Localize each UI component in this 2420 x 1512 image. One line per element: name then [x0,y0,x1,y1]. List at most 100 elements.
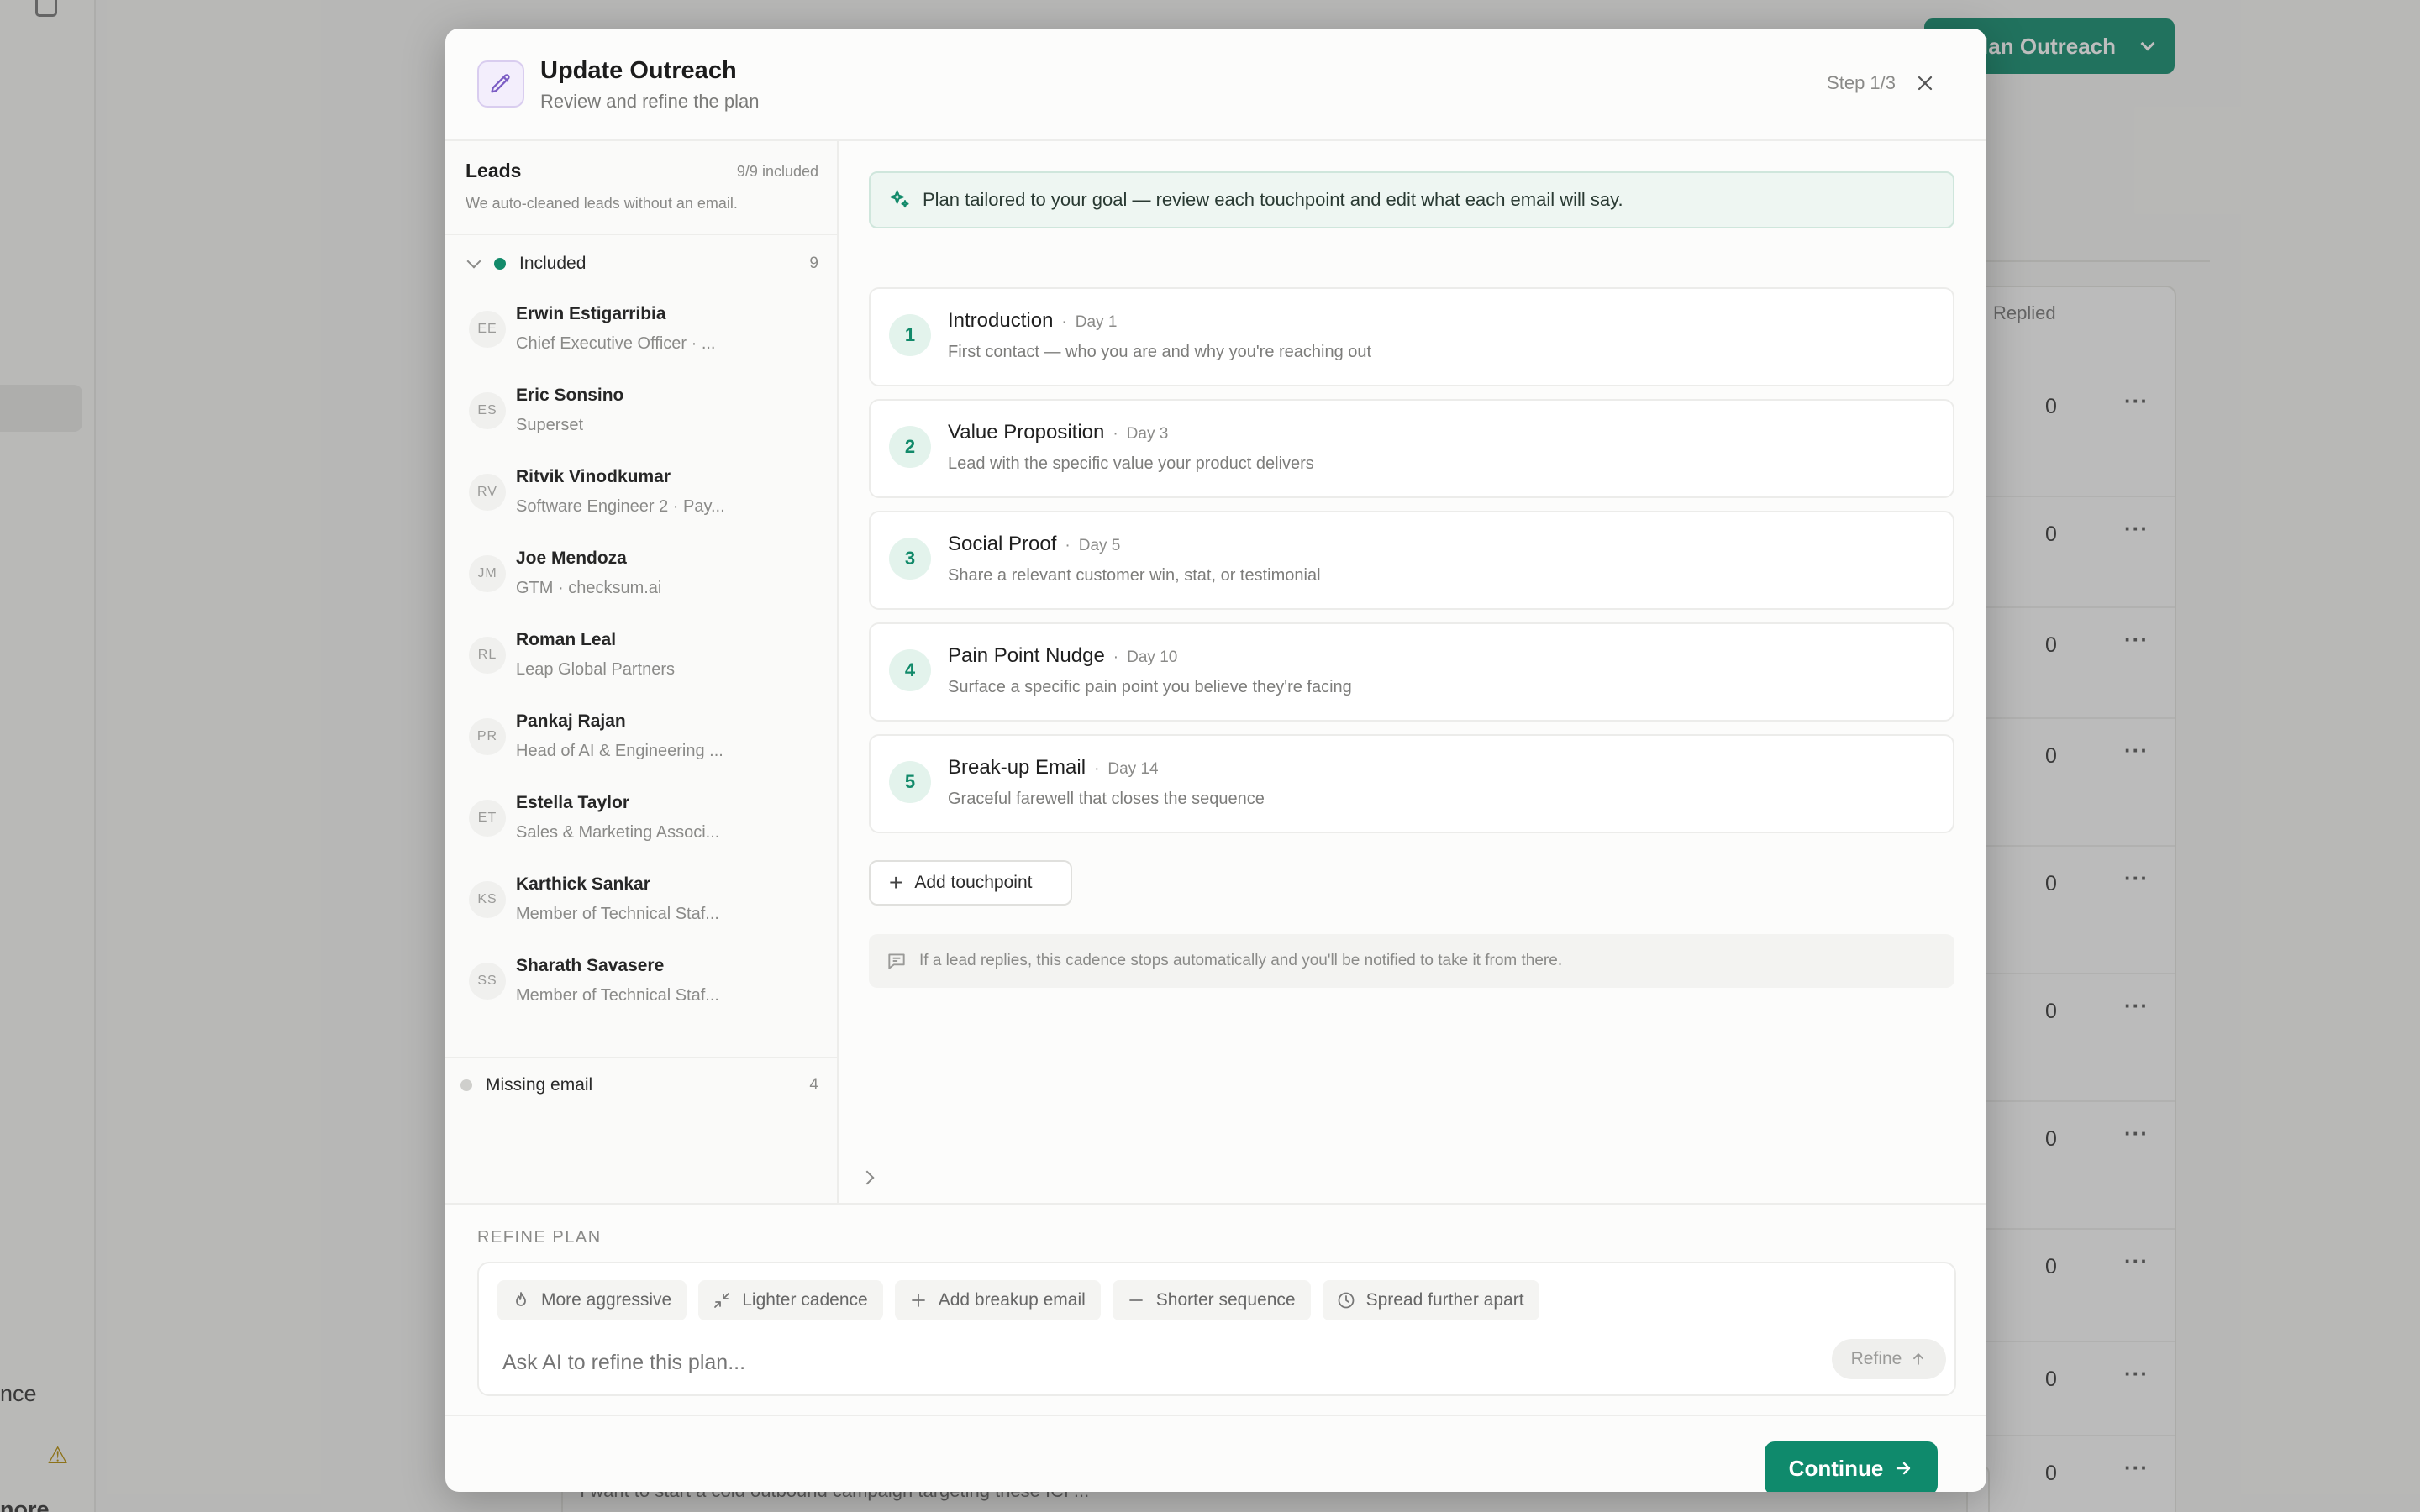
close-icon[interactable] [1912,71,1938,96]
lead-item[interactable]: PR Pankaj Rajan Head of AI & Engineering .… [445,696,837,778]
refine-chip[interactable]: Spread further apart [1322,1280,1539,1320]
refine-chip[interactable]: Shorter sequence [1112,1280,1311,1320]
touchpoint-title: Pain Point Nudge [948,644,1105,667]
touchpoint-card[interactable]: 5 Break-up Email · Day 14 Graceful farewell … [869,734,1954,833]
avatar: RL [469,637,506,674]
lead-item[interactable]: EE Erwin Estigarribia Chief Executive Offi… [445,289,837,370]
lead-item[interactable]: KS Karthick Sankar Member of Technical Sta… [445,859,837,941]
flame-icon [516,1292,526,1306]
refine-chip[interactable]: Lighter cadence [698,1280,883,1320]
avatar: RV [469,474,506,511]
lead-item[interactable]: JM Joe Mendoza GTM · checksum.ai [445,533,837,615]
separator-dot: · [1113,648,1119,666]
lead-item[interactable]: ES Eric Sonsino Superset [445,370,837,452]
touchpoint-card[interactable]: 3 Social Proof · Day 5 Share a relevant cust… [869,511,1954,610]
touchpoint-description: Share a relevant customer win, stat, or … [948,566,1321,585]
touchpoint-card[interactable]: 1 Introduction · Day 1 First contact — who y… [869,287,1954,386]
lead-item[interactable]: ET Estella Taylor Sales & Marketing Associ… [445,778,837,859]
plan-panel: Plan tailored to your goal — review each… [839,141,1986,1203]
chip-label: Lighter cadence [742,1290,868,1310]
lead-subtitle: Sales & Marketing Associ... [516,823,720,842]
arrow-right-icon [1897,1462,1911,1475]
leads-note: We auto-cleaned leads without an email. [466,195,738,212]
lead-name: Eric Sonsino [516,386,624,405]
cadence-note: If a lead replies, this cadence stops au… [869,934,1954,988]
refine-label: REFINE PLAN [477,1228,602,1247]
touchpoint-title-row: Pain Point Nudge · Day 10 [948,644,1177,668]
step-indicator: Step 1/3 [1827,72,1896,93]
leads-count: 9/9 included [736,163,818,180]
refine-button[interactable]: Refine [1832,1339,1946,1379]
touchpoint-card[interactable]: 2 Value Proposition · Day 3 Lead with the sp… [869,399,1954,498]
separator-dot: · [1065,537,1071,554]
touchpoint-title: Social Proof [948,533,1057,555]
avatar: JM [469,555,506,592]
lead-subtitle: Chief Executive Officer · ... [516,334,716,353]
group-label: Missing email [486,1075,593,1095]
refine-section: REFINE PLAN More aggressive Lighter caden… [445,1203,1986,1415]
touchpoint-title-row: Introduction · Day 1 [948,309,1117,333]
modal-header: Update Outreach Review and refine the pl… [445,29,1986,141]
touchpoint-title-row: Social Proof · Day 5 [948,533,1120,556]
refine-input[interactable] [502,1351,1763,1375]
pencil-icon [477,60,524,108]
modal-footer: Continue [445,1415,1986,1492]
refine-chip[interactable]: More aggressive [497,1280,687,1320]
lead-name: Ritvik Vinodkumar [516,467,671,486]
lead-name: Estella Taylor [516,793,630,812]
separator-dot: · [1061,313,1067,331]
plan-banner: Plan tailored to your goal — review each… [869,171,1954,228]
touchpoint-title-row: Value Proposition · Day 3 [948,421,1168,444]
refine-button-label: Refine [1850,1349,1902,1368]
lead-subtitle: Head of AI & Engineering ... [516,742,723,760]
lead-name: Sharath Savasere [516,956,665,975]
continue-button[interactable]: Continue [1765,1441,1938,1492]
touchpoint-description: Graceful farewell that closes the sequen… [948,790,1265,808]
touchpoint-day: Day 5 [1078,537,1121,554]
lead-subtitle: Member of Technical Staf... [516,905,719,923]
avatar: EE [469,311,506,348]
separator-dot: · [1113,425,1118,443]
lead-name: Roman Leal [516,630,617,649]
modal-title: Update Outreach [540,57,737,84]
touchpoint-number: 1 [889,314,931,356]
touchpoint-day: Day 1 [1075,313,1118,331]
touchpoint-number: 2 [889,426,931,468]
lead-item[interactable]: SS Sharath Savasere Member of Technical St… [445,941,837,1022]
touchpoint-title-row: Break-up Email · Day 14 [948,756,1159,780]
lead-name: Pankaj Rajan [516,711,626,731]
leads-heading: Leads [466,160,522,181]
clock-icon [1338,1292,1354,1309]
group-included[interactable]: Included 9 [445,239,837,289]
touchpoint-description: Lead with the specific value your produc… [948,454,1314,473]
continue-label: Continue [1788,1455,1884,1481]
touchpoint-number: 3 [889,538,931,580]
avatar: SS [469,963,506,1000]
plus-icon [911,1294,925,1307]
touchpoint-card[interactable]: 4 Pain Point Nudge · Day 10 Surface a specif… [869,622,1954,722]
touchpoint-day: Day 14 [1107,760,1159,778]
divider [445,234,837,235]
refine-box: More aggressive Lighter cadence Add breaku… [477,1262,1956,1396]
plus-icon: + [889,869,903,895]
status-dot [460,1079,472,1091]
touchpoint-title: Value Proposition [948,421,1105,444]
chip-label: Add breakup email [938,1290,1086,1310]
lead-subtitle: GTM · checksum.ai [516,579,662,597]
group-label: Included [519,254,587,273]
touchpoint-title: Break-up Email [948,756,1086,779]
modal-subtitle: Review and refine the plan [540,91,760,112]
lead-name: Erwin Estigarribia [516,304,666,323]
group-missing-email[interactable]: Missing email 4 [445,1060,875,1185]
chip-label: Spread further apart [1365,1290,1524,1310]
lead-subtitle: Leap Global Partners [516,660,676,679]
refine-chip[interactable]: Add breakup email [894,1280,1101,1320]
add-touchpoint-button[interactable]: + Add touchpoint [869,860,1072,906]
chevron-down-icon [466,254,481,269]
banner-text: Plan tailored to your goal — review each… [923,189,1623,210]
lead-item[interactable]: RL Roman Leal Leap Global Partners [445,615,837,696]
lead-item[interactable]: RV Ritvik Vinodkumar Software Engineer 2 ·… [445,452,837,533]
minus-icon [1128,1299,1143,1301]
avatar: ES [469,392,506,429]
update-outreach-modal: Update Outreach Review and refine the pl… [445,29,1986,1492]
